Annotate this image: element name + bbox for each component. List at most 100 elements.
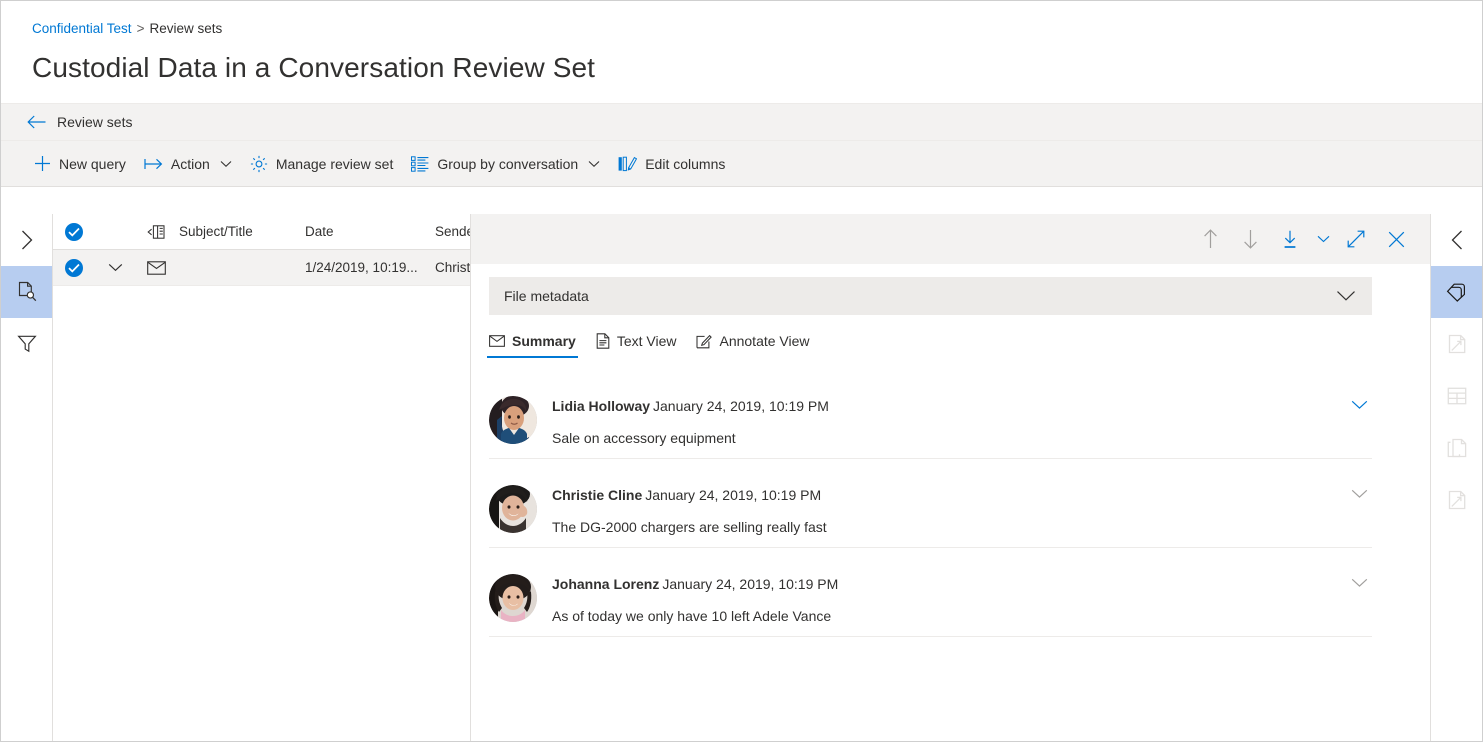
download-options-button[interactable]: [1310, 221, 1336, 257]
edit-columns-button[interactable]: Edit columns: [609, 146, 734, 182]
items-list-pane: Subject/Title Date Sender: [53, 214, 471, 741]
action-button[interactable]: Action: [135, 146, 241, 182]
message-text: Sale on accessory equipment: [552, 430, 736, 446]
command-label: Group by conversation: [437, 155, 579, 172]
avatar: [489, 574, 537, 622]
file-metadata-label: File metadata: [504, 288, 589, 304]
chevron-down-icon: [108, 263, 123, 272]
new-query-button[interactable]: New query: [25, 146, 135, 182]
breadcrumb-root-link[interactable]: Confidential Test: [32, 21, 132, 36]
arrow-up-icon: [1203, 229, 1218, 249]
tab-annotate-view[interactable]: Annotate View: [686, 331, 819, 358]
chevron-down-icon: [220, 160, 232, 168]
file-metadata-accordion[interactable]: File metadata: [489, 277, 1372, 315]
collapse-panel-icon: [147, 224, 165, 239]
checkmark-circle-icon: [65, 258, 83, 277]
checkmark-circle-icon: [65, 222, 83, 241]
previous-item-button[interactable]: [1190, 221, 1230, 257]
message-sender: Lidia Holloway: [552, 398, 651, 414]
collapse-panel-icon-header[interactable]: [135, 224, 177, 239]
breadcrumb-current: Review sets: [149, 21, 223, 36]
list-item: Lidia Holloway January 24, 2019, 10:19 PM…: [489, 370, 1372, 459]
column-header-date[interactable]: Date: [305, 224, 435, 239]
detail-pane: File metadata Summary Text View Annotate…: [471, 214, 1430, 741]
tab-label: Text View: [616, 333, 677, 349]
message-timestamp: January 24, 2019, 10:19 PM: [653, 398, 829, 414]
chevron-down-icon: [588, 160, 600, 168]
message-expand-toggle[interactable]: [1346, 485, 1372, 499]
expand-diagonal-icon: [1347, 230, 1365, 248]
sidebar-item-tags[interactable]: [1431, 266, 1482, 318]
column-header-sender[interactable]: Sender: [435, 224, 470, 239]
close-panel-button[interactable]: [1376, 221, 1416, 257]
back-bar-label: Review sets: [57, 114, 133, 130]
select-all-checkbox[interactable]: [53, 222, 95, 241]
message-body: Christie Cline January 24, 2019, 10:19 PM…: [552, 485, 1346, 535]
download-button[interactable]: [1270, 221, 1310, 257]
row-date: 1/24/2019, 10:19...: [305, 260, 418, 275]
page-title: Custodial Data in a Conversation Review …: [32, 52, 596, 83]
chevron-down-icon: [1336, 290, 1356, 302]
expand-nav-button[interactable]: [1, 214, 52, 266]
message-body: Johanna Lorenz January 24, 2019, 10:19 PM…: [552, 574, 1346, 624]
arrow-down-icon: [1243, 229, 1258, 249]
command-label: Action: [170, 155, 210, 172]
review-set-app: Confidential Test > Review sets Custodial …: [0, 0, 1483, 742]
filter-funnel-icon: [16, 334, 37, 354]
envelope-icon: [489, 335, 505, 347]
chevron-down-icon: [1351, 400, 1368, 410]
column-header-subject[interactable]: Subject/Title: [177, 224, 305, 239]
message-text: As of today we only have 10 left Adele V…: [552, 608, 832, 624]
download-icon: [1282, 230, 1298, 249]
row-sender: Christie: [435, 260, 470, 275]
message-expand-toggle[interactable]: [1346, 574, 1372, 588]
message-sender: Christie Cline: [552, 487, 643, 503]
sidebar-item-document-search[interactable]: [1, 266, 52, 318]
right-rail: [1430, 214, 1482, 741]
detail-toolbar: [471, 214, 1430, 264]
group-by-conversation-button[interactable]: Group by conversation: [402, 146, 609, 182]
command-label: New query: [59, 155, 126, 172]
manage-review-set-button[interactable]: Manage review set: [241, 146, 403, 182]
table-row[interactable]: 1/24/2019, 10:19... Christie: [53, 250, 470, 286]
tab-text-view[interactable]: Text View: [586, 331, 687, 358]
next-item-button[interactable]: [1230, 221, 1270, 257]
message-expand-toggle[interactable]: [1346, 396, 1372, 410]
list-item: Johanna Lorenz January 24, 2019, 10:19 PM…: [489, 548, 1372, 637]
back-bar: Review sets: [1, 103, 1482, 141]
message-header: Christie Cline January 24, 2019, 10:19 PM: [552, 487, 1346, 503]
gear-icon: [250, 155, 268, 173]
sidebar-item-near-duplicates[interactable]: [1431, 318, 1482, 370]
sidebar-item-themes[interactable]: [1431, 474, 1482, 526]
command-label: Manage review set: [275, 155, 394, 172]
chevron-left-icon: [1449, 229, 1465, 251]
chevron-down-icon: [1351, 489, 1368, 499]
collapse-panel-button[interactable]: [1431, 214, 1482, 266]
message-timestamp: January 24, 2019, 10:19 PM: [645, 487, 822, 503]
arrow-left-icon: [27, 115, 46, 129]
page-header: Confidential Test > Review sets Custodial …: [1, 1, 1482, 86]
document-text-icon: [596, 333, 610, 349]
sidebar-item-email-threads[interactable]: [1431, 370, 1482, 422]
row-expand-toggle[interactable]: [95, 263, 135, 272]
table-grid-icon: [1447, 387, 1467, 405]
chevron-right-icon: [19, 229, 35, 251]
message-timestamp: January 24, 2019, 10:19 PM: [662, 576, 839, 592]
sidebar-item-filters[interactable]: [1, 318, 52, 370]
tab-summary[interactable]: Summary: [479, 331, 586, 358]
list-header-row: Subject/Title Date Sender: [53, 214, 470, 250]
message-sender: Johanna Lorenz: [552, 576, 660, 592]
command-bar: New query Action Manage review set Group…: [1, 141, 1482, 187]
chevron-down-icon: [1351, 578, 1368, 588]
sidebar-item-duplicates[interactable]: [1431, 422, 1482, 474]
close-icon: [1388, 231, 1405, 248]
back-to-review-sets-button[interactable]: Review sets: [27, 114, 132, 130]
action-arrow-icon: [144, 157, 163, 171]
document-search-icon: [16, 281, 38, 303]
expand-view-button[interactable]: [1336, 221, 1376, 257]
edit-columns-icon: [618, 156, 638, 172]
tab-label: Summary: [512, 333, 576, 349]
list-item: Christie Cline January 24, 2019, 10:19 PM…: [489, 459, 1372, 548]
message-body: Lidia Holloway January 24, 2019, 10:19 PM…: [552, 396, 1346, 446]
row-checkbox[interactable]: [53, 258, 95, 277]
